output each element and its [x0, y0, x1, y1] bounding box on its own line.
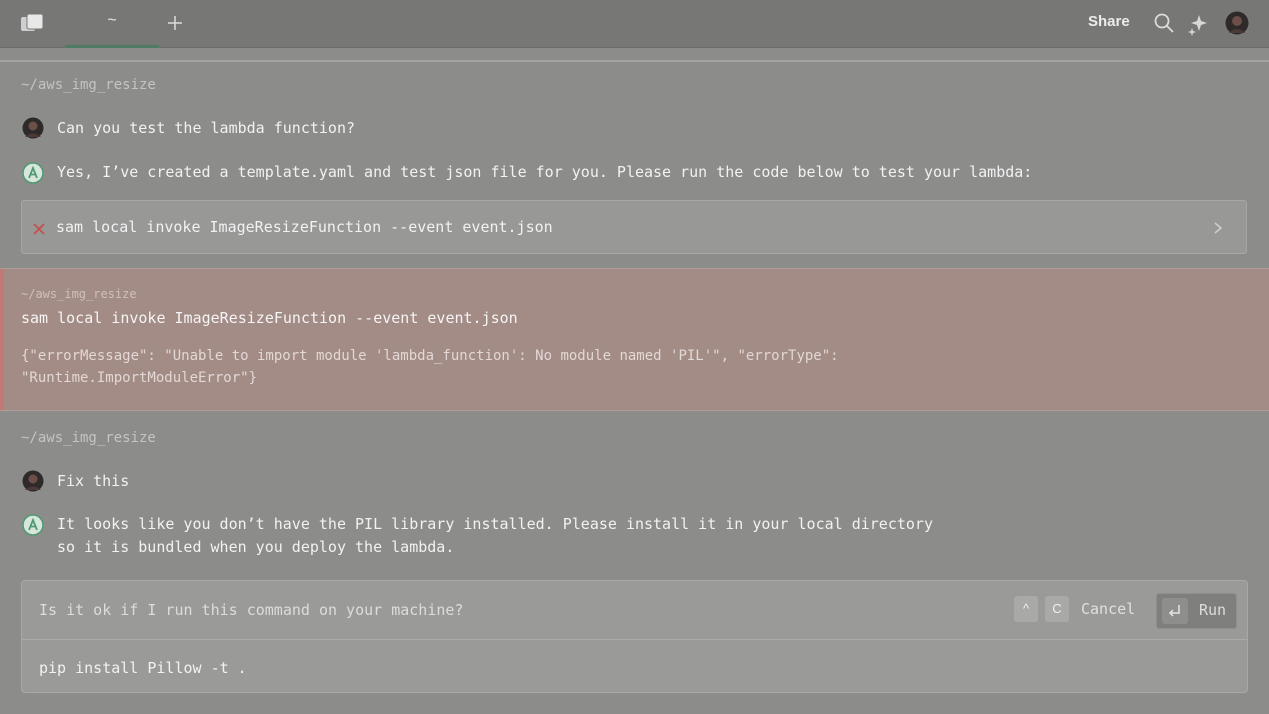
user-avatar	[22, 117, 44, 139]
error-output-line: "Runtime.ImportModuleError"}	[21, 370, 258, 386]
run-label: Run	[1199, 601, 1227, 619]
avatar[interactable]	[1225, 11, 1249, 35]
assistant-icon	[22, 162, 44, 184]
working-directory: ~/aws_img_resize	[21, 77, 156, 93]
user-message: Fix this	[57, 472, 130, 490]
close-icon	[33, 223, 45, 235]
search-icon[interactable]	[1153, 12, 1175, 34]
tab-label: ~	[107, 12, 117, 29]
error-command: sam local invoke ImageResizeFunction --e…	[21, 309, 518, 327]
working-directory: ~/aws_img_resize	[21, 430, 156, 446]
share-button[interactable]: Share	[1088, 13, 1130, 30]
plus-icon[interactable]	[165, 12, 185, 34]
user-avatar	[22, 470, 44, 492]
assistant-message-line: so it is bundled when you deploy the lam…	[57, 538, 455, 556]
assistant-message: Yes, I’ve created a template.yaml and te…	[57, 163, 1033, 181]
assistant-message: It looks like you don’t have the PIL lib…	[57, 513, 933, 559]
tab-home[interactable]: ~	[65, 0, 159, 48]
c-key-hint: C	[1045, 596, 1069, 622]
proposed-command: pip install Pillow -t .	[39, 659, 247, 677]
top-bar: ~ Share	[0, 0, 1269, 48]
error-output-line: {"errorMessage": "Unable to import modul…	[21, 348, 839, 364]
assistant-icon	[22, 514, 44, 536]
divider	[0, 60, 1269, 62]
tab-underline	[65, 45, 159, 48]
cancel-button[interactable]: Cancel	[1081, 600, 1135, 618]
run-command-prompt: Is it ok if I run this command on your m…	[21, 580, 1248, 693]
assistant-message-line: It looks like you don’t have the PIL lib…	[57, 515, 933, 533]
panels-icon[interactable]	[20, 13, 44, 33]
error-output-block: ~/aws_img_resize sam local invoke ImageR…	[0, 268, 1269, 411]
sparkle-icon[interactable]	[1186, 12, 1210, 36]
return-icon	[1162, 598, 1188, 624]
error-accent-bar	[0, 269, 4, 410]
permission-question: Is it ok if I run this command on your m…	[39, 601, 464, 619]
chevron-right-icon[interactable]	[1212, 221, 1224, 235]
error-working-directory: ~/aws_img_resize	[21, 287, 137, 301]
failed-command-block[interactable]: sam local invoke ImageResizeFunction --e…	[21, 200, 1247, 254]
run-prompt-header: Is it ok if I run this command on your m…	[22, 581, 1247, 640]
error-output: {"errorMessage": "Unable to import modul…	[21, 345, 839, 389]
command-text: sam local invoke ImageResizeFunction --e…	[56, 218, 553, 236]
run-button[interactable]: Run	[1156, 593, 1237, 629]
ctrl-key-hint: ^	[1014, 596, 1038, 622]
user-message: Can you test the lambda function?	[57, 119, 356, 137]
